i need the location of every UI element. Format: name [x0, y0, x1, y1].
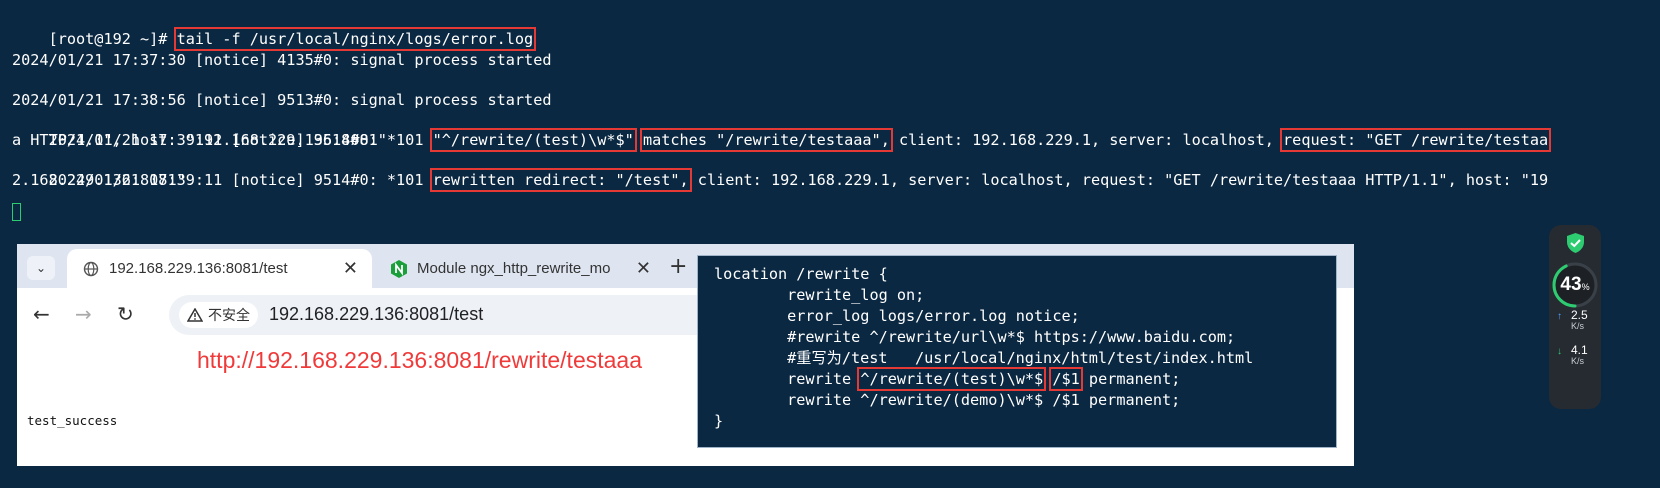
code-line-rewrite: rewrite ^/rewrite/(test)\w*$ /$1 permane…: [714, 367, 1181, 391]
upload-unit: K/s: [1571, 321, 1585, 331]
download-value: 4.1: [1571, 343, 1588, 357]
log-client: client: 192.168.229.1, server: localhost…: [889, 131, 1284, 149]
shield-check-icon: [1567, 233, 1584, 253]
code-line: error_log logs/error.log notice;: [714, 307, 1080, 325]
log-rest: client: 192.168.229.1, server: localhost…: [688, 171, 1549, 189]
cpu-percent-unit: %: [1581, 282, 1590, 292]
url-text[interactable]: 192.168.229.136:8081/test: [269, 304, 483, 325]
code-line: #重写为/test /usr/local/nginx/html/test/ind…: [714, 349, 1254, 367]
code-line: #rewrite ^/rewrite/url\w*$ https://www.b…: [714, 328, 1236, 346]
log-request: request: "GET /rewrite/testaa: [1280, 128, 1552, 152]
tab-title: Module ngx_http_rewrite_mo: [417, 260, 611, 277]
log-line-continued: 2.168.229.136:8081": [12, 171, 186, 189]
nginx-icon: [391, 259, 407, 278]
insecure-label: 不安全: [208, 307, 250, 323]
rewrite-regex: ^/rewrite/(test)\w*$: [857, 367, 1047, 391]
terminal-cursor: [12, 203, 21, 221]
code-line: rewrite ^/rewrite/(demo)\w*$ /$1 permane…: [714, 391, 1181, 409]
warning-icon: [187, 308, 203, 322]
terminal-command-line: [root@192 ~]# tail -f /usr/local/nginx/l…: [12, 9, 537, 51]
log-matches: matches "/rewrite/testaaa",: [639, 128, 893, 152]
system-monitor-widget[interactable]: 43% ↑ 2.5 K/s ↓ 4.1 K/s: [1549, 225, 1601, 409]
upload-value: 2.5: [1571, 308, 1588, 322]
log-line: 2024/01/21 17:38:56 [notice] 9513#0: sig…: [12, 91, 552, 109]
cpu-percent-value: 43: [1560, 274, 1582, 295]
page-content-text: test_success: [27, 413, 118, 428]
log-redirect: rewritten redirect: "/test",: [429, 168, 692, 192]
rewrite-target: /$1: [1049, 367, 1083, 391]
log-line-continued: a HTTP/1.1", host: "192.168.229.136:8081…: [12, 131, 387, 149]
download-arrow-icon: ↓: [1557, 346, 1562, 357]
log-line: 2024/01/21 17:39:11 [notice] 9514#0: *10…: [12, 150, 1548, 192]
tab-inactive[interactable]: Module ngx_http_rewrite_mo ✕: [375, 249, 665, 288]
log-line: 2024/01/21 17:39:11 [notice] 9514#0: *10…: [12, 110, 1552, 152]
log-line: 2024/01/21 17:37:30 [notice] 4135#0: sig…: [12, 51, 552, 69]
rewrite-flag: permanent;: [1079, 370, 1181, 388]
tail-command: tail -f /usr/local/nginx/logs/error.log: [173, 27, 537, 51]
log-regex: "^/rewrite/(test)\w*$": [429, 128, 637, 152]
back-arrow-icon[interactable]: ←: [33, 302, 50, 326]
code-line: }: [714, 412, 724, 430]
download-unit: K/s: [1571, 356, 1585, 366]
code-line: rewrite_log on;: [714, 286, 925, 304]
cpu-percent: 43%: [1549, 274, 1601, 296]
reload-icon[interactable]: ↻: [117, 302, 134, 326]
rewrite-keyword: rewrite: [714, 370, 861, 388]
tab-search-chevron-icon[interactable]: ⌄: [27, 256, 55, 280]
code-line: location /rewrite {: [714, 265, 888, 283]
globe-icon: [83, 261, 99, 276]
upload-arrow-icon: ↑: [1557, 311, 1562, 322]
shell-prompt: [root@192 ~]#: [48, 30, 177, 48]
insecure-badge[interactable]: 不安全: [179, 302, 258, 328]
nginx-config-snippet: location /rewrite { rewrite_log on; erro…: [697, 255, 1337, 448]
new-tab-button[interactable]: +: [669, 254, 687, 279]
forward-arrow-icon[interactable]: →: [75, 302, 92, 326]
close-tab-icon[interactable]: ✕: [343, 258, 358, 279]
tab-title: 192.168.229.136:8081/test: [109, 260, 288, 277]
tab-active[interactable]: 192.168.229.136:8081/test ✕: [67, 249, 372, 288]
close-tab-icon[interactable]: ✕: [636, 258, 651, 279]
url-annotation: http://192.168.229.136:8081/rewrite/test…: [197, 347, 642, 373]
